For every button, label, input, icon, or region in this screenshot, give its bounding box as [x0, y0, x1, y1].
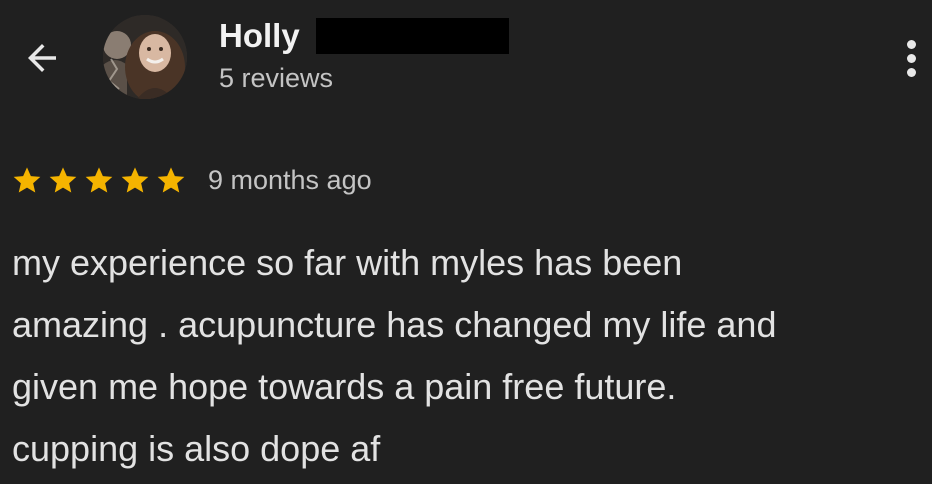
star-icon: [157, 167, 185, 193]
star-icon: [85, 167, 113, 193]
arrow-left-icon: [28, 44, 56, 72]
more-options-button[interactable]: [896, 33, 926, 83]
profile-photo: [103, 15, 187, 99]
star-icon: [49, 167, 77, 193]
star-rating: [9, 164, 189, 196]
review-time: 9 months ago: [208, 165, 372, 195]
review-count: 5 reviews: [219, 63, 334, 93]
review-text: my experience so far with myles has been…: [12, 242, 777, 469]
redacted-surname: [316, 18, 509, 54]
reviewer-name[interactable]: Holly: [219, 16, 300, 56]
back-button[interactable]: [18, 34, 66, 82]
avatar[interactable]: [103, 15, 187, 99]
star-icon: [13, 167, 41, 193]
star-icon: [121, 167, 149, 193]
more-vertical-icon-dot: [906, 67, 916, 77]
more-vertical-icon: [906, 39, 916, 49]
more-vertical-icon-dot: [906, 53, 916, 63]
